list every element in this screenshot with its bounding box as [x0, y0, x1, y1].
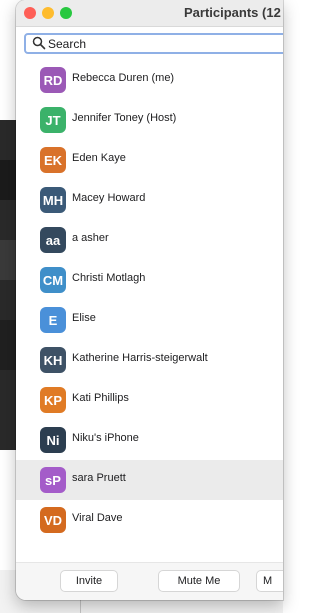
participant-row[interactable]: aa a asher [16, 220, 283, 260]
participant-name: Macey Howard [72, 192, 146, 204]
avatar: CM [40, 267, 66, 293]
avatar: MH [40, 187, 66, 213]
participant-row[interactable]: sP sara Pruett [16, 460, 283, 500]
participant-row[interactable]: MH Macey Howard [16, 180, 283, 220]
participant-row[interactable]: EK Eden Kaye [16, 140, 283, 180]
participant-name: Eden Kaye [72, 152, 126, 164]
minimize-window-button[interactable] [42, 7, 54, 19]
avatar: sP [40, 467, 66, 493]
participant-name: Rebecca Duren (me) [72, 72, 175, 84]
avatar: VD [40, 507, 66, 533]
avatar: KH [40, 347, 66, 373]
participant-name: Kati Phillips [72, 392, 129, 404]
participant-name: Elise [72, 312, 96, 324]
participant-name: sara Pruett [72, 472, 126, 484]
background-video-strip [0, 160, 16, 200]
zoom-window-button[interactable] [60, 7, 72, 19]
participant-row[interactable]: E Elise [16, 300, 283, 340]
search-box[interactable] [24, 33, 283, 54]
more-options-button[interactable]: M [256, 570, 283, 592]
background-video-strip [0, 240, 16, 280]
participant-row[interactable]: CM Christi Motlagh [16, 260, 283, 300]
mute-me-button[interactable]: Mute Me [158, 570, 240, 592]
avatar: JT [40, 107, 66, 133]
participant-row[interactable]: VD Viral Dave [16, 500, 283, 540]
avatar: KP [40, 387, 66, 413]
avatar: aa [40, 227, 66, 253]
participant-name: Jennifer Toney (Host) [72, 112, 177, 124]
participant-name: Katherine Harris-steigerwalt [72, 352, 208, 364]
participant-name: a asher [72, 232, 109, 244]
search-input[interactable] [48, 35, 268, 52]
invite-button[interactable]: Invite [60, 570, 118, 592]
participant-row[interactable]: RD Rebecca Duren (me) [16, 60, 283, 100]
close-window-button[interactable] [24, 7, 36, 19]
participant-row[interactable]: JT Jennifer Toney (Host) [16, 100, 283, 140]
participant-name: Christi Motlagh [72, 272, 146, 284]
participant-name: Viral Dave [72, 512, 123, 524]
background-video-strip [0, 320, 16, 370]
participant-row[interactable]: KH Katherine Harris-steigerwalt [16, 340, 283, 380]
avatar: E [40, 307, 66, 333]
window-title: Participants (12 [184, 5, 281, 20]
avatar: EK [40, 147, 66, 173]
search-icon [32, 36, 46, 50]
avatar: Ni [40, 427, 66, 453]
avatar: RD [40, 67, 66, 93]
participant-row[interactable]: Ni Niku's iPhone [16, 420, 283, 460]
panel-footer: Invite Mute Me M [16, 562, 283, 600]
title-bar[interactable]: Participants (12 [16, 0, 283, 27]
participant-row[interactable]: KP Kati Phillips [16, 380, 283, 420]
participants-panel: Participants (12 RDRebecca Duren (me)JTJ… [16, 0, 283, 600]
participant-name: Niku's iPhone [72, 432, 139, 444]
